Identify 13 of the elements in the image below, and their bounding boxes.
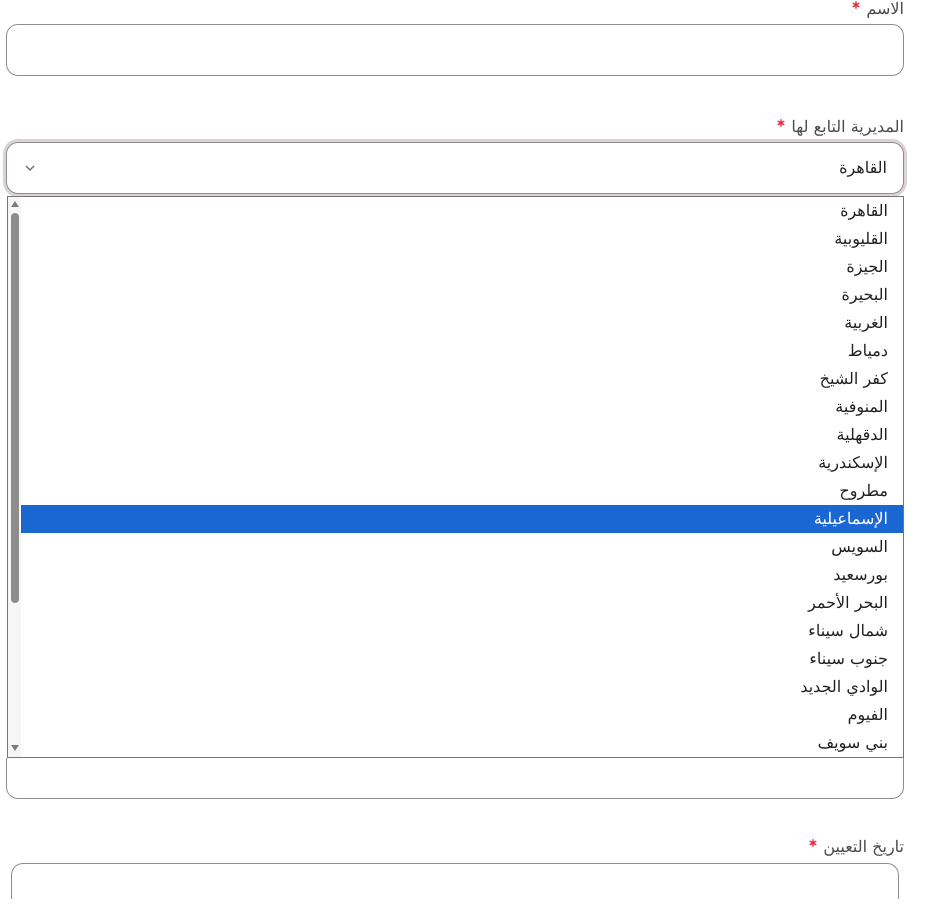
dropdown-option[interactable]: الإسماعيلية [21,505,903,533]
scrollbar[interactable] [8,197,21,757]
text-input[interactable] [6,24,904,76]
scrollbar-thumb[interactable] [10,213,18,603]
dropdown-select[interactable]: القاهرة [6,142,904,194]
input-field[interactable] [6,758,904,799]
field-label: المديرية التابع لها [791,118,904,136]
scroll-down-icon [10,745,18,751]
scroll-up-icon [10,201,18,207]
chevron-down-icon [25,165,35,171]
field-label: الاسم [866,0,904,18]
field-label: تاريخ التعيين [823,838,904,856]
date-input[interactable] [11,863,899,899]
